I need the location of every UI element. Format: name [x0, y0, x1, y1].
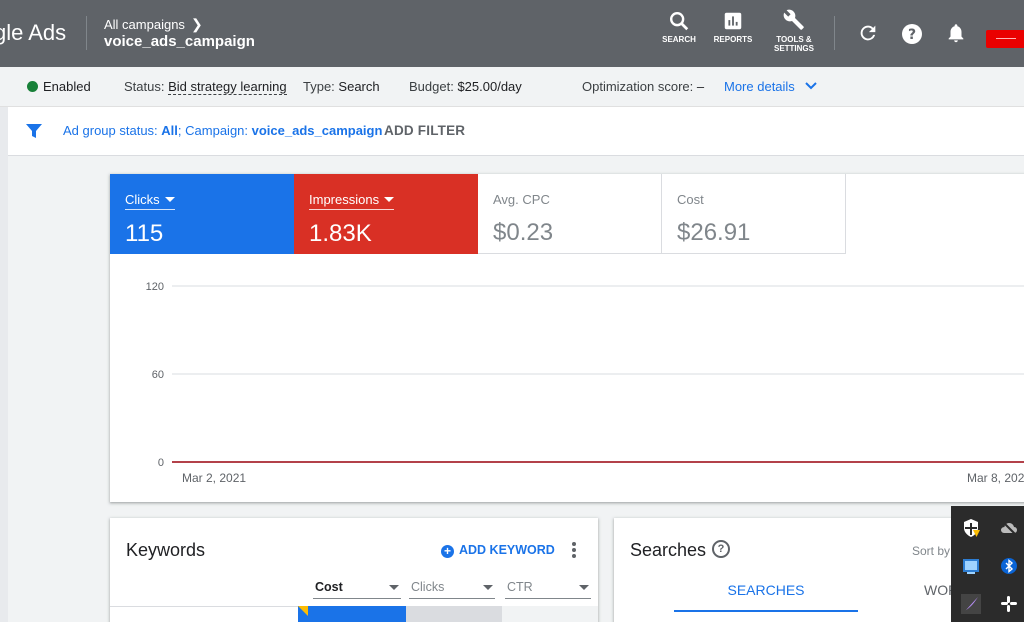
caret-down-icon [164, 197, 175, 202]
more-options-icon[interactable] [572, 542, 576, 560]
refresh-icon[interactable] [857, 22, 879, 44]
caret-down-icon [384, 197, 395, 202]
y-tick-label: 60 [152, 369, 164, 381]
tab-searches[interactable]: SEARCHES [674, 582, 858, 612]
clicks-bar [406, 606, 502, 622]
searches-title: Searches [630, 540, 707, 560]
divider [834, 16, 835, 50]
dropdown-icon [389, 585, 399, 590]
reports-label: REPORTS [713, 35, 753, 44]
wrench-icon [783, 9, 804, 30]
slack-icon[interactable] [999, 594, 1019, 614]
ctr-bar [502, 606, 598, 622]
top-bar: gle Ads All campaigns ❯ voice_ads_campaig… [0, 0, 1024, 67]
budget: Budget: $25.00/day [409, 79, 522, 94]
metric-value: 115 [125, 220, 164, 247]
feather-app-icon[interactable] [961, 594, 981, 614]
breadcrumb[interactable]: All campaigns ❯ [104, 16, 203, 33]
campaign-type: Type: Search [303, 79, 380, 94]
dropdown-icon [579, 585, 589, 590]
breadcrumb-all-campaigns[interactable]: All campaigns [104, 17, 185, 32]
cloud-offline-icon[interactable] [999, 518, 1019, 538]
corner-marker-icon [298, 606, 308, 616]
optimization-score: Optimization score: – [582, 79, 705, 94]
metric-label: Avg. CPC [493, 192, 550, 207]
active-filter-chip[interactable]: Ad group status: All; Campaign: voice_ad… [63, 123, 382, 138]
column-select-clicks[interactable]: Clicks [409, 580, 495, 599]
bluetooth-icon[interactable] [999, 556, 1019, 576]
more-details-link[interactable]: More details [724, 79, 818, 94]
enabled-dot-icon [27, 81, 38, 92]
system-tray-overflow [951, 506, 1024, 622]
tools-settings-button[interactable]: TOOLS & SETTINGS [772, 8, 816, 53]
filter-bar: Ad group status: All; Campaign: voice_ad… [8, 107, 1024, 156]
bid-strategy-status[interactable]: Bid strategy learning [168, 79, 287, 95]
metric-cost[interactable]: Cost $26.91 [662, 174, 846, 254]
campaign-title[interactable]: voice_ads_campaign [104, 33, 255, 50]
metric-label: Cost [677, 192, 704, 207]
campaign-status-bar: Enabled Status: Bid strategy learning Ty… [0, 67, 1024, 107]
bell-icon[interactable] [945, 22, 967, 44]
dropdown-icon [483, 585, 493, 590]
chevron-down-icon [805, 82, 818, 90]
google-ads-logo[interactable]: gle Ads [0, 20, 66, 46]
metric-avg-cpc[interactable]: Avg. CPC $0.23 [478, 174, 662, 254]
y-tick-label: 120 [146, 281, 164, 293]
metric-value: 1.83K [309, 220, 372, 247]
search-button[interactable]: SEARCH [662, 10, 696, 44]
plus-icon: + [441, 545, 454, 558]
network-app-icon[interactable] [961, 556, 981, 576]
column-select-cost[interactable]: Cost [313, 580, 401, 599]
series-line [172, 461, 1024, 463]
table-row [110, 606, 298, 622]
divider [86, 16, 87, 50]
svg-text:?: ? [908, 27, 916, 43]
performance-line-chart: 0 60 120 Mar 2, 2021 Mar 8, 202 [146, 281, 1024, 485]
chevron-right-icon: ❯ [190, 16, 203, 32]
enabled-status[interactable]: Enabled [27, 79, 91, 94]
metric-value: $26.91 [677, 219, 751, 246]
keywords-title: Keywords [126, 540, 206, 560]
add-filter-button[interactable]: ADD FILTER [384, 123, 465, 138]
sort-by-label[interactable]: Sort by [912, 544, 950, 558]
security-shield-icon[interactable] [961, 518, 981, 538]
cost-bar [298, 606, 406, 622]
metric-clicks[interactable]: Clicks 115 [110, 174, 294, 254]
search-icon [670, 12, 689, 31]
y-tick-label: 0 [158, 457, 164, 469]
x-tick-label: Mar 8, 202 [967, 471, 1024, 485]
help-icon[interactable]: ? [900, 22, 924, 46]
metric-label: Clicks [125, 192, 175, 210]
tools-label-line1: TOOLS & [776, 35, 812, 44]
reports-icon [724, 12, 742, 30]
add-keyword-button[interactable]: + ADD KEYWORD [441, 543, 555, 558]
account-badge[interactable] [986, 30, 1024, 48]
column-select-ctr[interactable]: CTR [505, 580, 591, 599]
help-circle-icon[interactable]: ? [712, 540, 730, 558]
left-nav-strip [0, 107, 8, 622]
filter-icon[interactable] [26, 123, 42, 139]
performance-chart-card: Clicks 115 Impressions 1.83K Avg. CPC $0… [110, 174, 1024, 502]
x-tick-label: Mar 2, 2021 [182, 471, 246, 485]
reports-button[interactable]: REPORTS [712, 10, 754, 44]
bid-status: Status: Bid strategy learning [124, 79, 287, 95]
search-label: SEARCH [662, 35, 696, 44]
tools-label-line2: SETTINGS [773, 44, 814, 53]
keywords-card: Keywords + ADD KEYWORD Cost Clicks CTR [110, 518, 598, 622]
metric-value: $0.23 [493, 219, 554, 246]
metric-impressions[interactable]: Impressions 1.83K [294, 174, 478, 254]
metric-label: Impressions [309, 192, 395, 210]
